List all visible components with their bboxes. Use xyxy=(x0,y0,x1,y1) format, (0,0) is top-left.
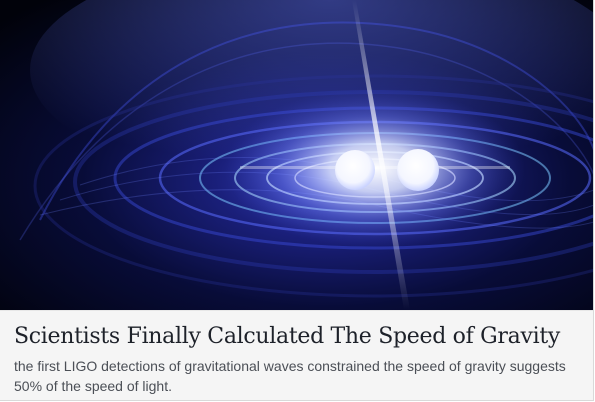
article-image[interactable] xyxy=(0,0,593,310)
gravitational-waves-illustration xyxy=(0,0,593,310)
article-caption[interactable]: Scientists Finally Calculated The Speed … xyxy=(0,310,593,400)
article-title[interactable]: Scientists Finally Calculated The Speed … xyxy=(14,311,580,350)
article-description: the first LIGO detections of gravitation… xyxy=(14,358,566,394)
link-preview-card[interactable]: Scientists Finally Calculated The Speed … xyxy=(0,0,594,401)
